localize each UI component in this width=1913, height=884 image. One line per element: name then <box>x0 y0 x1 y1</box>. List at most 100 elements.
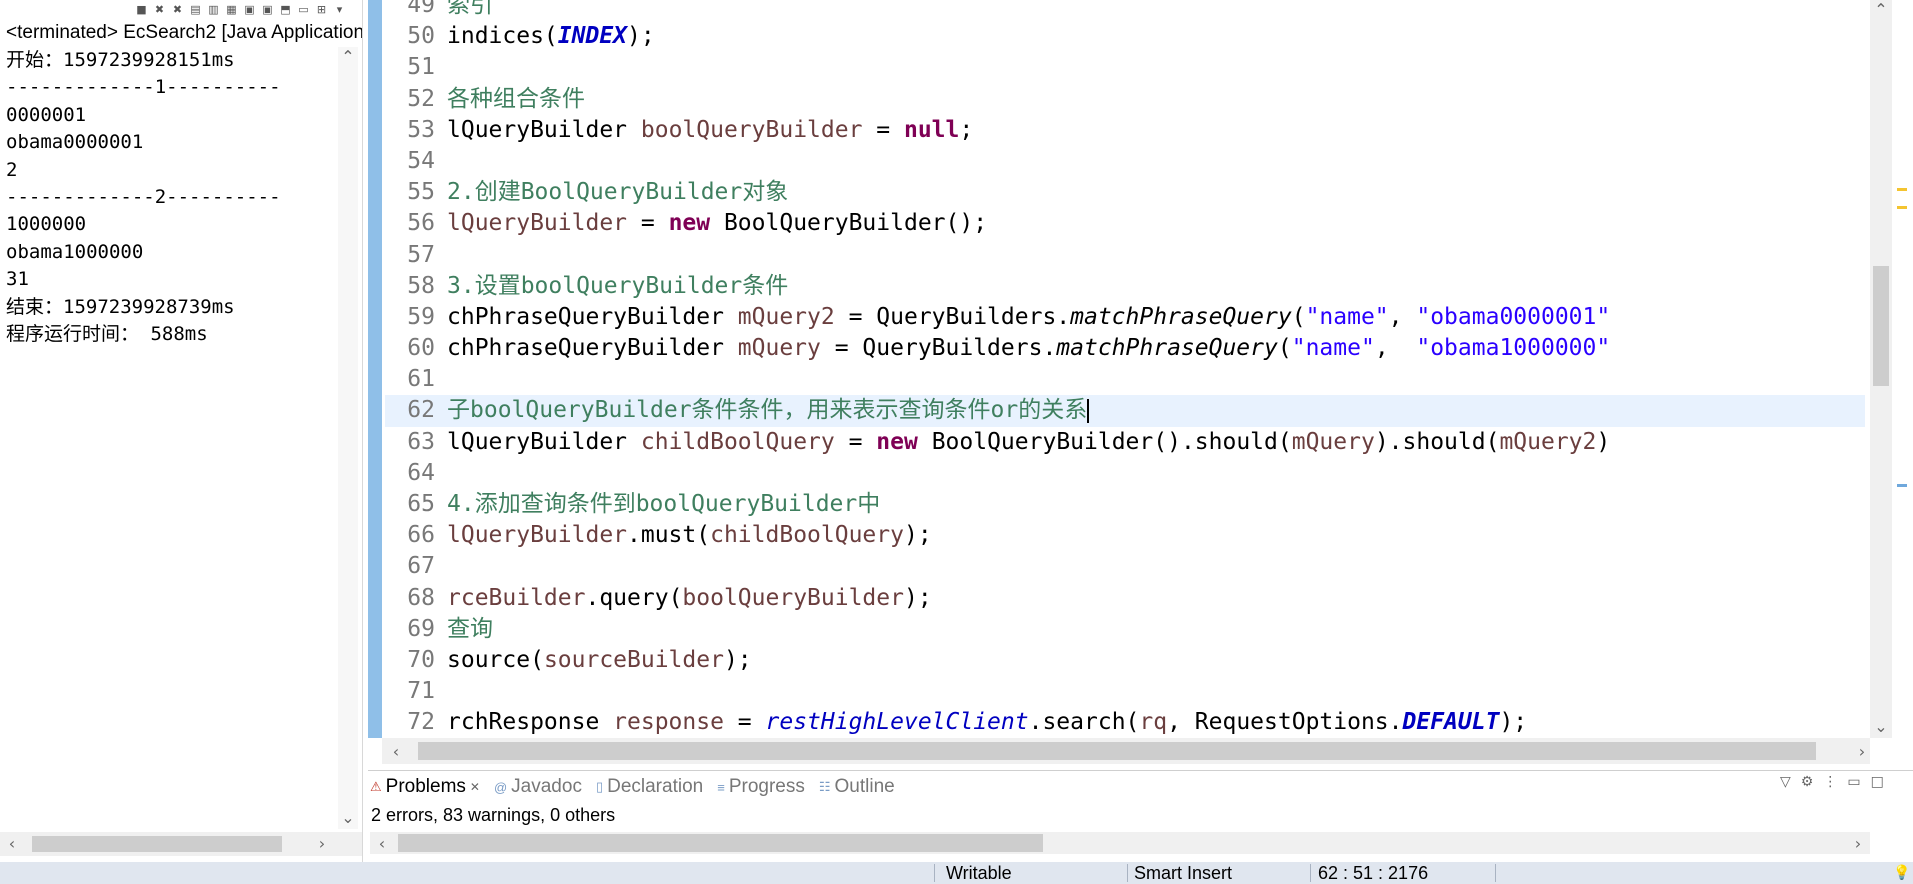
scroll-right-arrow-icon[interactable]: › <box>1852 742 1872 761</box>
code-line[interactable]: 70 source(sourceBuilder); <box>385 645 1865 676</box>
scroll-up-arrow-icon[interactable]: ⌃ <box>338 47 358 66</box>
code-token: chPhraseQueryBuilder <box>447 303 738 330</box>
code-line[interactable]: 56 lQueryBuilder = new BoolQueryBuilder()… <box>385 208 1865 239</box>
code-token: matchPhraseQuery <box>1070 303 1292 330</box>
code-line[interactable]: 65 4.添加查询条件到boolQueryBuilder中 <box>385 489 1865 520</box>
code-text: 4.添加查询条件到boolQueryBuilder中 <box>447 489 880 520</box>
code-line[interactable]: 60 chPhraseQueryBuilder mQuery = QueryBui… <box>385 333 1865 364</box>
scroll-lock-icon[interactable]: ▥ <box>207 3 220 16</box>
code-token: = QueryBuilders. <box>820 335 1057 362</box>
scroll-left-arrow-icon[interactable]: ‹ <box>2 834 22 853</box>
code-token: 2.创建BoolQueryBuilder对象 <box>447 179 789 206</box>
code-text: lQueryBuilder childBoolQuery = new BoolQ… <box>447 427 1610 458</box>
code-line[interactable]: 69 查询 <box>385 614 1865 645</box>
code-text: chPhraseQueryBuilder mQuery = QueryBuild… <box>447 333 1610 364</box>
code-line[interactable]: 52 各种组合条件 <box>385 84 1865 115</box>
code-text: rchResponse response = restHighLevelClie… <box>447 707 1527 738</box>
problems-summary: 2 errors, 83 warnings, 0 others <box>371 805 616 825</box>
pin-console-icon[interactable]: ⬒ <box>279 3 292 16</box>
tab-label: Problems <box>385 776 466 797</box>
tab-outline[interactable]: ☷ Outline <box>819 776 895 798</box>
warning-marker[interactable] <box>1897 206 1907 209</box>
line-number: 70 <box>407 646 435 673</box>
scroll-right-arrow-icon[interactable]: › <box>312 834 332 853</box>
console-line: 结束：1597239928739ms <box>6 295 235 318</box>
current-code-line[interactable]: 62 子boolQueryBuilder条件条件，用来表示查询条件or的关系 <box>385 395 1865 427</box>
console-line: -------------1---------- <box>6 76 281 99</box>
console-horizontal-scroll-thumb[interactable] <box>32 836 282 852</box>
minimize-icon[interactable]: ▭ <box>1847 774 1860 790</box>
code-line[interactable]: 72 rchResponse response = restHighLevelCl… <box>385 707 1865 738</box>
console-vertical-scrollbar[interactable]: ⌃ ⌄ <box>338 47 358 829</box>
view-menu-icon[interactable]: ▾ <box>333 3 346 16</box>
code-token: source( <box>447 646 544 673</box>
problems-horizontal-scroll-thumb[interactable] <box>398 834 1043 852</box>
tab-problems[interactable]: ⚠ Problems ✕ <box>370 776 480 798</box>
code-token: chPhraseQueryBuilder <box>447 335 738 362</box>
code-area[interactable]: 49 索引 50 indices(INDEX); 51 52 各种组合条件 53 lQueryB… <box>385 0 1865 739</box>
code-token: ( <box>1277 335 1292 362</box>
code-line[interactable]: 54 <box>385 146 1865 177</box>
scroll-up-arrow-icon[interactable]: ⌃ <box>1870 0 1892 19</box>
maximize-icon[interactable]: □ <box>1871 774 1884 790</box>
show-on-error-icon[interactable]: ▣ <box>261 3 274 16</box>
tip-lightbulb-icon[interactable]: 💡 <box>1893 864 1910 881</box>
code-line[interactable]: 58 3.设置boolQueryBuilder条件 <box>385 271 1865 302</box>
close-tab-icon[interactable]: ✕ <box>470 780 480 794</box>
line-number: 61 <box>407 366 435 393</box>
javadoc-icon: @ <box>493 779 508 795</box>
tab-declaration[interactable]: ▯ Declaration <box>596 776 703 798</box>
code-token: new <box>876 428 918 455</box>
occurrence-marker[interactable] <box>1897 484 1907 487</box>
code-line[interactable]: 53 lQueryBuilder boolQueryBuilder = null; <box>385 115 1865 146</box>
display-selected-icon[interactable]: ▭ <box>297 3 310 16</box>
code-line[interactable]: 55 2.创建BoolQueryBuilder对象 <box>385 177 1865 208</box>
show-on-output-icon[interactable]: ▣ <box>243 3 256 16</box>
word-wrap-icon[interactable]: ▦ <box>225 3 238 16</box>
code-token: 3.设置boolQueryBuilder条件 <box>447 272 789 299</box>
open-console-icon[interactable]: ⊞ <box>315 3 328 16</box>
code-line[interactable]: 68 rceBuilder.query(boolQueryBuilder); <box>385 583 1865 614</box>
remove-launch-icon[interactable]: ✖ <box>153 3 166 16</box>
filter-icon[interactable]: ▽ <box>1780 774 1791 790</box>
tab-javadoc[interactable]: @ Javadoc <box>494 776 582 798</box>
remove-all-icon[interactable]: ✖ <box>171 3 184 16</box>
code-line[interactable]: 61 <box>385 364 1865 395</box>
scroll-left-arrow-icon[interactable]: ‹ <box>372 834 392 853</box>
code-line[interactable]: 64 <box>385 458 1865 489</box>
code-token: "obama1000000" <box>1416 335 1611 362</box>
code-line[interactable]: 67 <box>385 551 1865 582</box>
code-line[interactable]: 50 indices(INDEX); <box>385 21 1865 52</box>
scroll-left-arrow-icon[interactable]: ‹ <box>386 742 406 761</box>
code-line[interactable]: 51 <box>385 52 1865 83</box>
view-menu-icon[interactable]: ⋮ <box>1823 774 1837 790</box>
status-cursor-position: 62 : 51 : 2176 <box>1318 863 1429 883</box>
code-token: lQueryBuilder <box>447 116 641 143</box>
line-number: 68 <box>407 584 435 611</box>
configure-icon[interactable]: ⚙ <box>1801 774 1814 790</box>
overview-ruler[interactable] <box>1895 0 1909 738</box>
scroll-right-arrow-icon[interactable]: › <box>1848 834 1868 853</box>
terminate-icon[interactable]: ■ <box>135 3 148 16</box>
status-insert-mode[interactable]: Smart Insert <box>1126 862 1232 884</box>
warning-marker[interactable] <box>1897 188 1907 191</box>
code-line[interactable]: 66 lQueryBuilder.must(childBoolQuery); <box>385 520 1865 551</box>
code-line[interactable]: 57 <box>385 240 1865 271</box>
code-line[interactable]: 71 <box>385 676 1865 707</box>
editor-vertical-scroll-thumb[interactable] <box>1873 266 1889 386</box>
clear-console-icon[interactable]: ▤ <box>189 3 202 16</box>
code-token: DEFAULT <box>1402 709 1500 736</box>
code-token: INDEX <box>557 23 628 50</box>
editor-horizontal-scroll-thumb[interactable] <box>418 742 1816 760</box>
scroll-down-arrow-icon[interactable]: ⌄ <box>1870 717 1892 736</box>
console-toolbar: ■ ✖ ✖ ▤ ▥ ▦ ▣ ▣ ⬒ ▭ ⊞ ▾ <box>0 0 362 18</box>
code-line[interactable]: 49 索引 <box>385 0 1865 21</box>
scroll-down-arrow-icon[interactable]: ⌄ <box>338 808 358 827</box>
tab-progress[interactable]: ≡ Progress <box>717 776 805 798</box>
code-token: rceBuilder <box>447 584 586 611</box>
code-text: 索引 <box>447 0 493 21</box>
code-line[interactable]: 63 lQueryBuilder childBoolQuery = new Boo… <box>385 427 1865 458</box>
line-number: 65 <box>407 491 435 517</box>
code-token: BoolQueryBuilder().should( <box>917 428 1292 455</box>
code-line[interactable]: 59 chPhraseQueryBuilder mQuery2 = QueryBu… <box>385 302 1865 333</box>
